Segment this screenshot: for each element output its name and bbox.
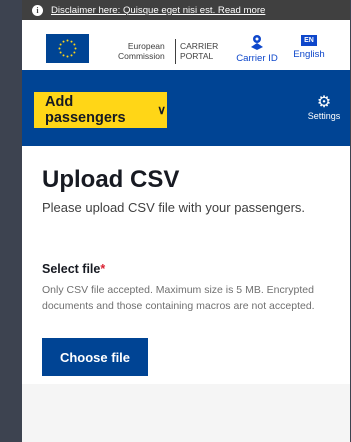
language-label: English xyxy=(293,49,325,60)
portal-name: CARRIER PORTAL xyxy=(180,41,218,61)
app-frame: i Disclaimer here: Quisque eget nisi est… xyxy=(22,0,350,442)
select-file-label: Select file* xyxy=(42,262,340,276)
portal-name-line1: CARRIER xyxy=(180,41,219,51)
select-file-label-text: Select file xyxy=(42,262,101,276)
upload-header-panel: Upload CSV Please upload CSV file with y… xyxy=(22,146,350,234)
settings-label: Settings xyxy=(307,111,341,121)
main-navbar: Add passengers ∨ ⚙ Settings xyxy=(22,70,350,146)
user-key-icon xyxy=(251,35,263,50)
org-name-line1: European xyxy=(127,41,165,51)
org-name: European Commission xyxy=(118,41,165,61)
settings-button[interactable]: ⚙ Settings xyxy=(302,94,346,122)
file-upload-form: Select file* Only CSV file accepted. Max… xyxy=(22,234,350,384)
info-icon: i xyxy=(32,4,43,16)
carrier-id-button[interactable]: Carrier ID xyxy=(229,34,285,64)
org-name-line2: Commission xyxy=(118,51,165,61)
page-title: Upload CSV xyxy=(42,166,180,193)
page-content: Upload CSV Please upload CSV file with y… xyxy=(22,146,350,442)
eu-logo[interactable] xyxy=(46,34,89,63)
page-subtitle: Please upload CSV file with your passeng… xyxy=(42,200,306,215)
add-passengers-dropdown[interactable]: Add passengers ∨ xyxy=(34,92,167,128)
language-code-badge: EN xyxy=(301,35,317,46)
disclaimer-bar: i Disclaimer here: Quisque eget nisi est… xyxy=(22,0,350,20)
site-header: European Commission CARRIER PORTAL Carri… xyxy=(22,20,350,70)
carrier-id-label: Carrier ID xyxy=(236,53,278,64)
language-selector[interactable]: EN English xyxy=(289,34,329,60)
file-help-text: Only CSV file accepted. Maximum size is … xyxy=(42,284,315,312)
choose-file-button[interactable]: Choose file xyxy=(42,338,148,376)
disclaimer-link[interactable]: Disclaimer here: Quisque eget nisi est. … xyxy=(51,5,265,16)
required-mark: * xyxy=(100,262,106,276)
portal-name-line2: PORTAL xyxy=(180,51,214,61)
gear-icon: ⚙ xyxy=(316,94,332,111)
add-passengers-label: Add passengers xyxy=(45,94,126,126)
chevron-down-icon: ∨ xyxy=(157,103,166,117)
header-divider xyxy=(175,39,176,64)
eu-stars-icon xyxy=(46,34,89,63)
